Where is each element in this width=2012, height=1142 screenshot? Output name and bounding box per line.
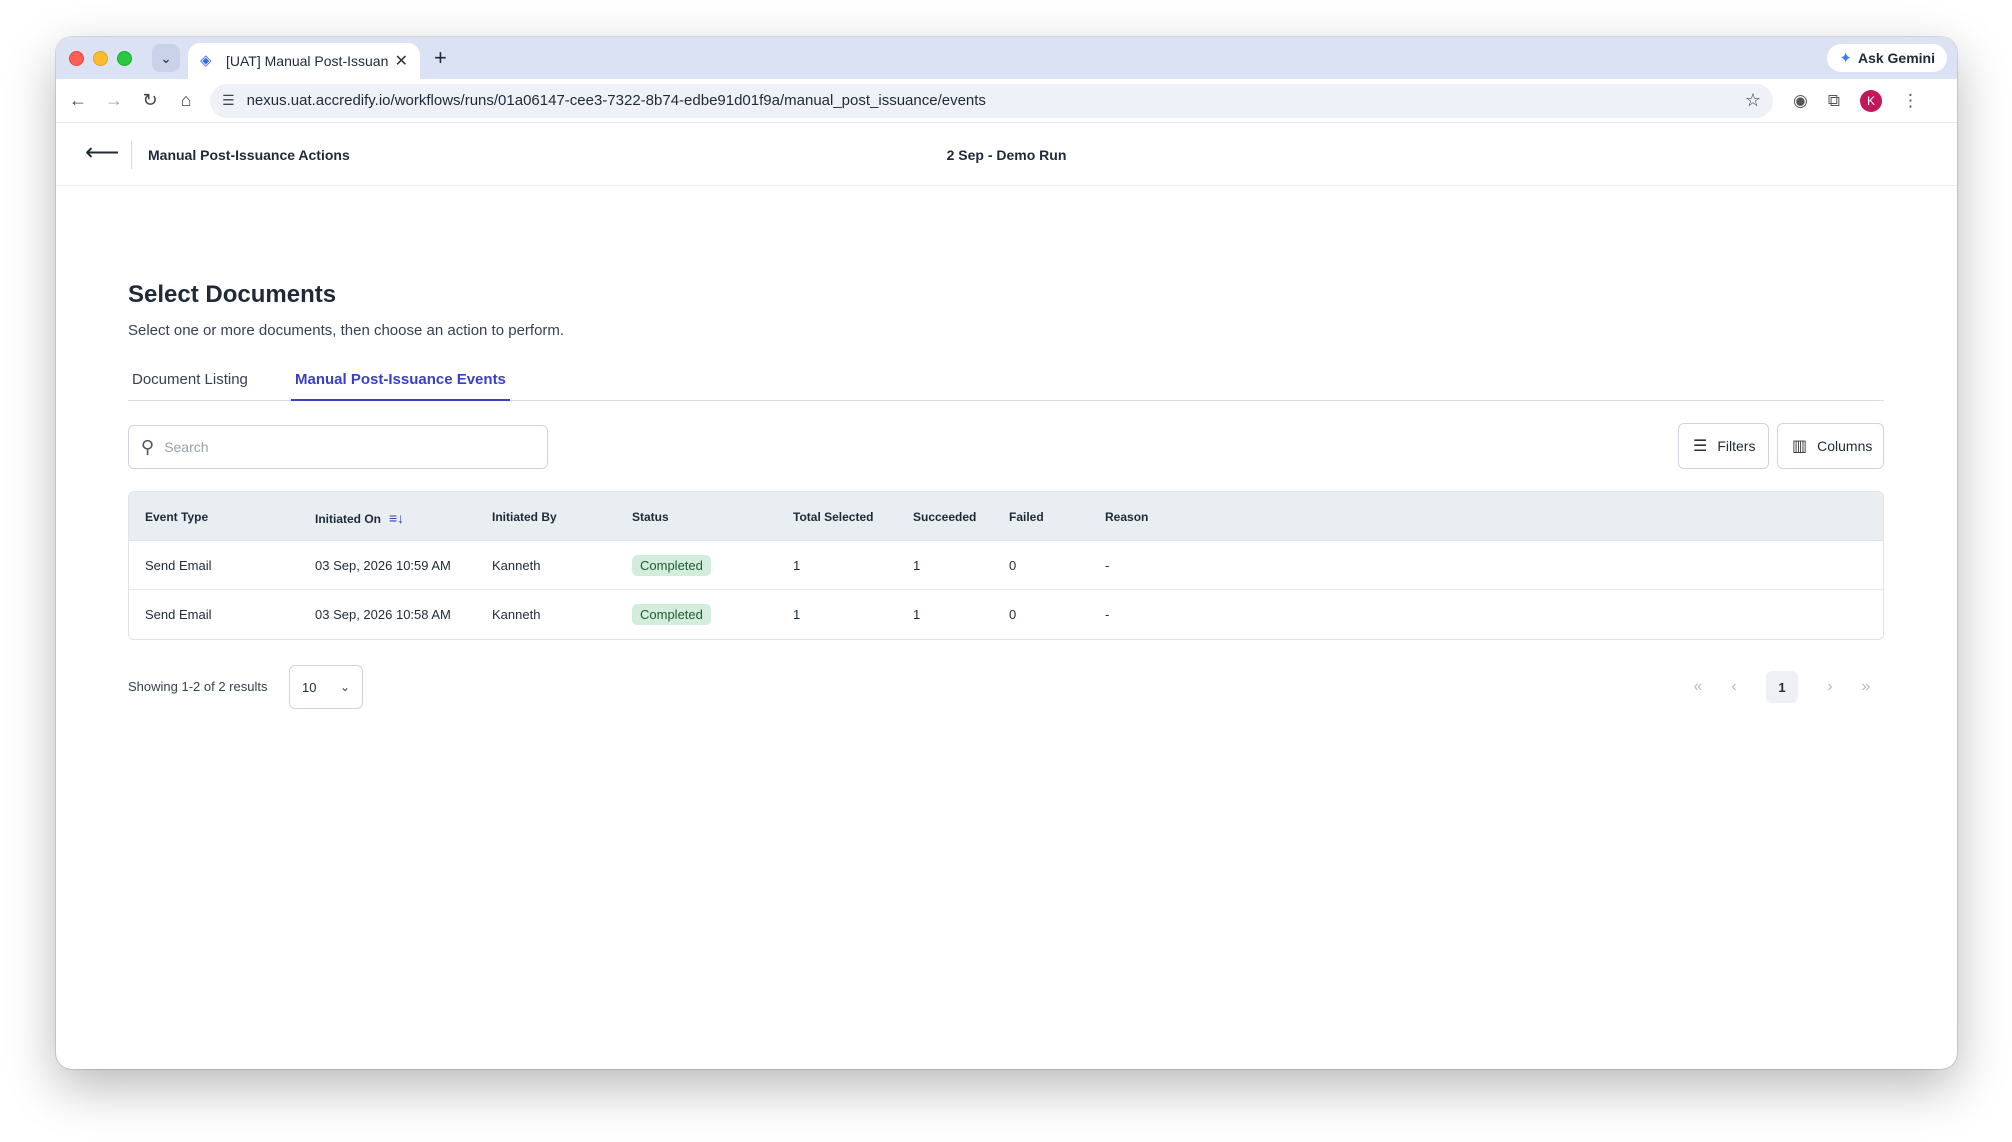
status-badge: Completed [632,555,711,576]
cell-initiated-by: Kanneth [492,558,541,573]
window-controls [69,50,132,66]
content-tabs: Document Listing Manual Post-Issuance Ev… [128,361,1884,401]
column-header-initiated-by[interactable]: Initiated By [492,510,557,524]
column-header-failed[interactable]: Failed [1009,510,1044,524]
maximize-window-button[interactable] [117,50,132,66]
table-header: Event Type Initiated On ≡↓ Initiated By S… [129,492,1883,541]
table-row[interactable]: Send Email 03 Sep, 2026 10:58 AM Kanneth… [129,590,1883,639]
cell-total-selected: 1 [793,558,801,573]
sliders-icon: ☰ [1693,438,1708,455]
tab-strip: ⌄ ◈ [UAT] Manual Post-Issuance Actions ✕… [56,37,1957,79]
column-header-initiated-on[interactable]: Initiated On ≡↓ [315,510,404,526]
table-row[interactable]: Send Email 03 Sep, 2026 10:59 AM Kanneth… [129,541,1883,590]
sort-descending-icon[interactable]: ≡↓ [389,510,404,526]
current-page-button[interactable]: 1 [1766,671,1798,703]
cell-initiated-on: 03 Sep, 2026 10:59 AM [315,558,451,573]
filters-label: Filters [1717,438,1756,454]
cell-initiated-on: 03 Sep, 2026 10:58 AM [315,607,451,622]
cell-event-type: Send Email [145,607,212,622]
page-title: Select Documents [128,281,337,308]
columns-button[interactable]: ▥ Columns [1777,423,1884,469]
last-page-icon[interactable]: » [1848,671,1884,703]
next-page-icon[interactable]: › [1812,671,1848,703]
columns-label: Columns [1817,438,1873,454]
back-nav-icon[interactable]: ← [60,90,96,111]
column-header-event-type[interactable]: Event Type [145,510,208,524]
column-header-status[interactable]: Status [632,510,669,524]
browser-toolbar: ← → ↻ ⌂ ☰ nexus.uat.accredify.io/workflo… [56,79,1957,123]
browser-tab-active[interactable]: ◈ [UAT] Manual Post-Issuance Actions ✕ [188,43,420,79]
tab-search-button[interactable]: ⌄ [152,44,180,72]
results-count: Showing 1-2 of 2 results [128,679,268,694]
search-icon: ⚲ [141,436,155,457]
page-size-value: 10 [302,679,317,695]
cell-reason: - [1105,607,1110,622]
site-settings-icon[interactable]: ☰ [222,92,235,109]
forward-nav-icon[interactable]: → [96,90,132,111]
address-bar[interactable]: ☰ nexus.uat.accredify.io/workflows/runs/… [210,83,1773,118]
page-size-select[interactable]: 10 ⌄ [289,665,363,709]
cell-succeeded: 1 [913,607,921,622]
events-table: Event Type Initiated On ≡↓ Initiated By S… [128,491,1884,640]
camera-icon[interactable]: ◉ [1793,91,1808,111]
cell-failed: 0 [1009,607,1017,622]
column-header-total-selected[interactable]: Total Selected [793,510,873,524]
column-header-reason[interactable]: Reason [1105,510,1148,524]
filters-button[interactable]: ☰ Filters [1678,423,1769,469]
ask-gemini-button[interactable]: ✦ Ask Gemini [1827,44,1947,72]
column-header-succeeded[interactable]: Succeeded [913,510,976,524]
extensions-icon[interactable]: ⧉ [1828,91,1840,111]
accredify-favicon-icon: ◈ [200,52,212,69]
cell-succeeded: 1 [913,558,921,573]
tab-manual-post-issuance-events[interactable]: Manual Post-Issuance Events [291,371,510,401]
pagination: « ‹ 1 › » [1680,671,1884,703]
minimize-window-button[interactable] [93,50,108,66]
profile-avatar[interactable]: K [1859,89,1882,112]
cell-reason: - [1105,558,1110,573]
cell-total-selected: 1 [793,607,801,622]
cell-initiated-by: Kanneth [492,607,541,622]
first-page-icon[interactable]: « [1680,671,1716,703]
chevron-down-icon: ⌄ [339,680,350,694]
page-subtitle: Select one or more documents, then choos… [128,322,565,339]
browser-window: ⌄ ◈ [UAT] Manual Post-Issuance Actions ✕… [56,37,1957,1069]
cell-event-type: Send Email [145,558,212,573]
chevron-down-icon: ⌄ [160,49,172,66]
columns-icon: ▥ [1792,438,1808,455]
app-header: ⟵ Manual Post-Issuance Actions 2 Sep - D… [56,124,1957,186]
home-icon[interactable]: ⌂ [168,90,204,111]
new-tab-button[interactable]: + [434,45,447,71]
toolbar-right: ◉ ⧉ K ⋮ [1793,89,1919,112]
previous-page-icon[interactable]: ‹ [1716,671,1752,703]
tab-document-listing[interactable]: Document Listing [128,371,252,401]
gemini-sparkle-icon: ✦ [1839,50,1852,67]
url-text[interactable]: nexus.uat.accredify.io/workflows/runs/01… [247,92,1745,109]
initiated-on-label: Initiated On [315,512,381,526]
close-window-button[interactable] [69,50,84,66]
cell-failed: 0 [1009,558,1017,573]
browser-tab-title: [UAT] Manual Post-Issuance Actions [226,53,389,69]
run-name: 2 Sep - Demo Run [946,147,1067,163]
close-tab-icon[interactable]: ✕ [395,51,408,71]
more-menu-icon[interactable]: ⋮ [1902,91,1919,111]
status-badge: Completed [632,604,711,625]
search-input[interactable] [164,439,525,455]
ask-gemini-label: Ask Gemini [1857,50,1935,66]
search-box[interactable]: ⚲ [128,425,548,469]
bookmark-star-icon[interactable]: ☆ [1745,90,1761,111]
reload-icon[interactable]: ↻ [132,90,168,111]
